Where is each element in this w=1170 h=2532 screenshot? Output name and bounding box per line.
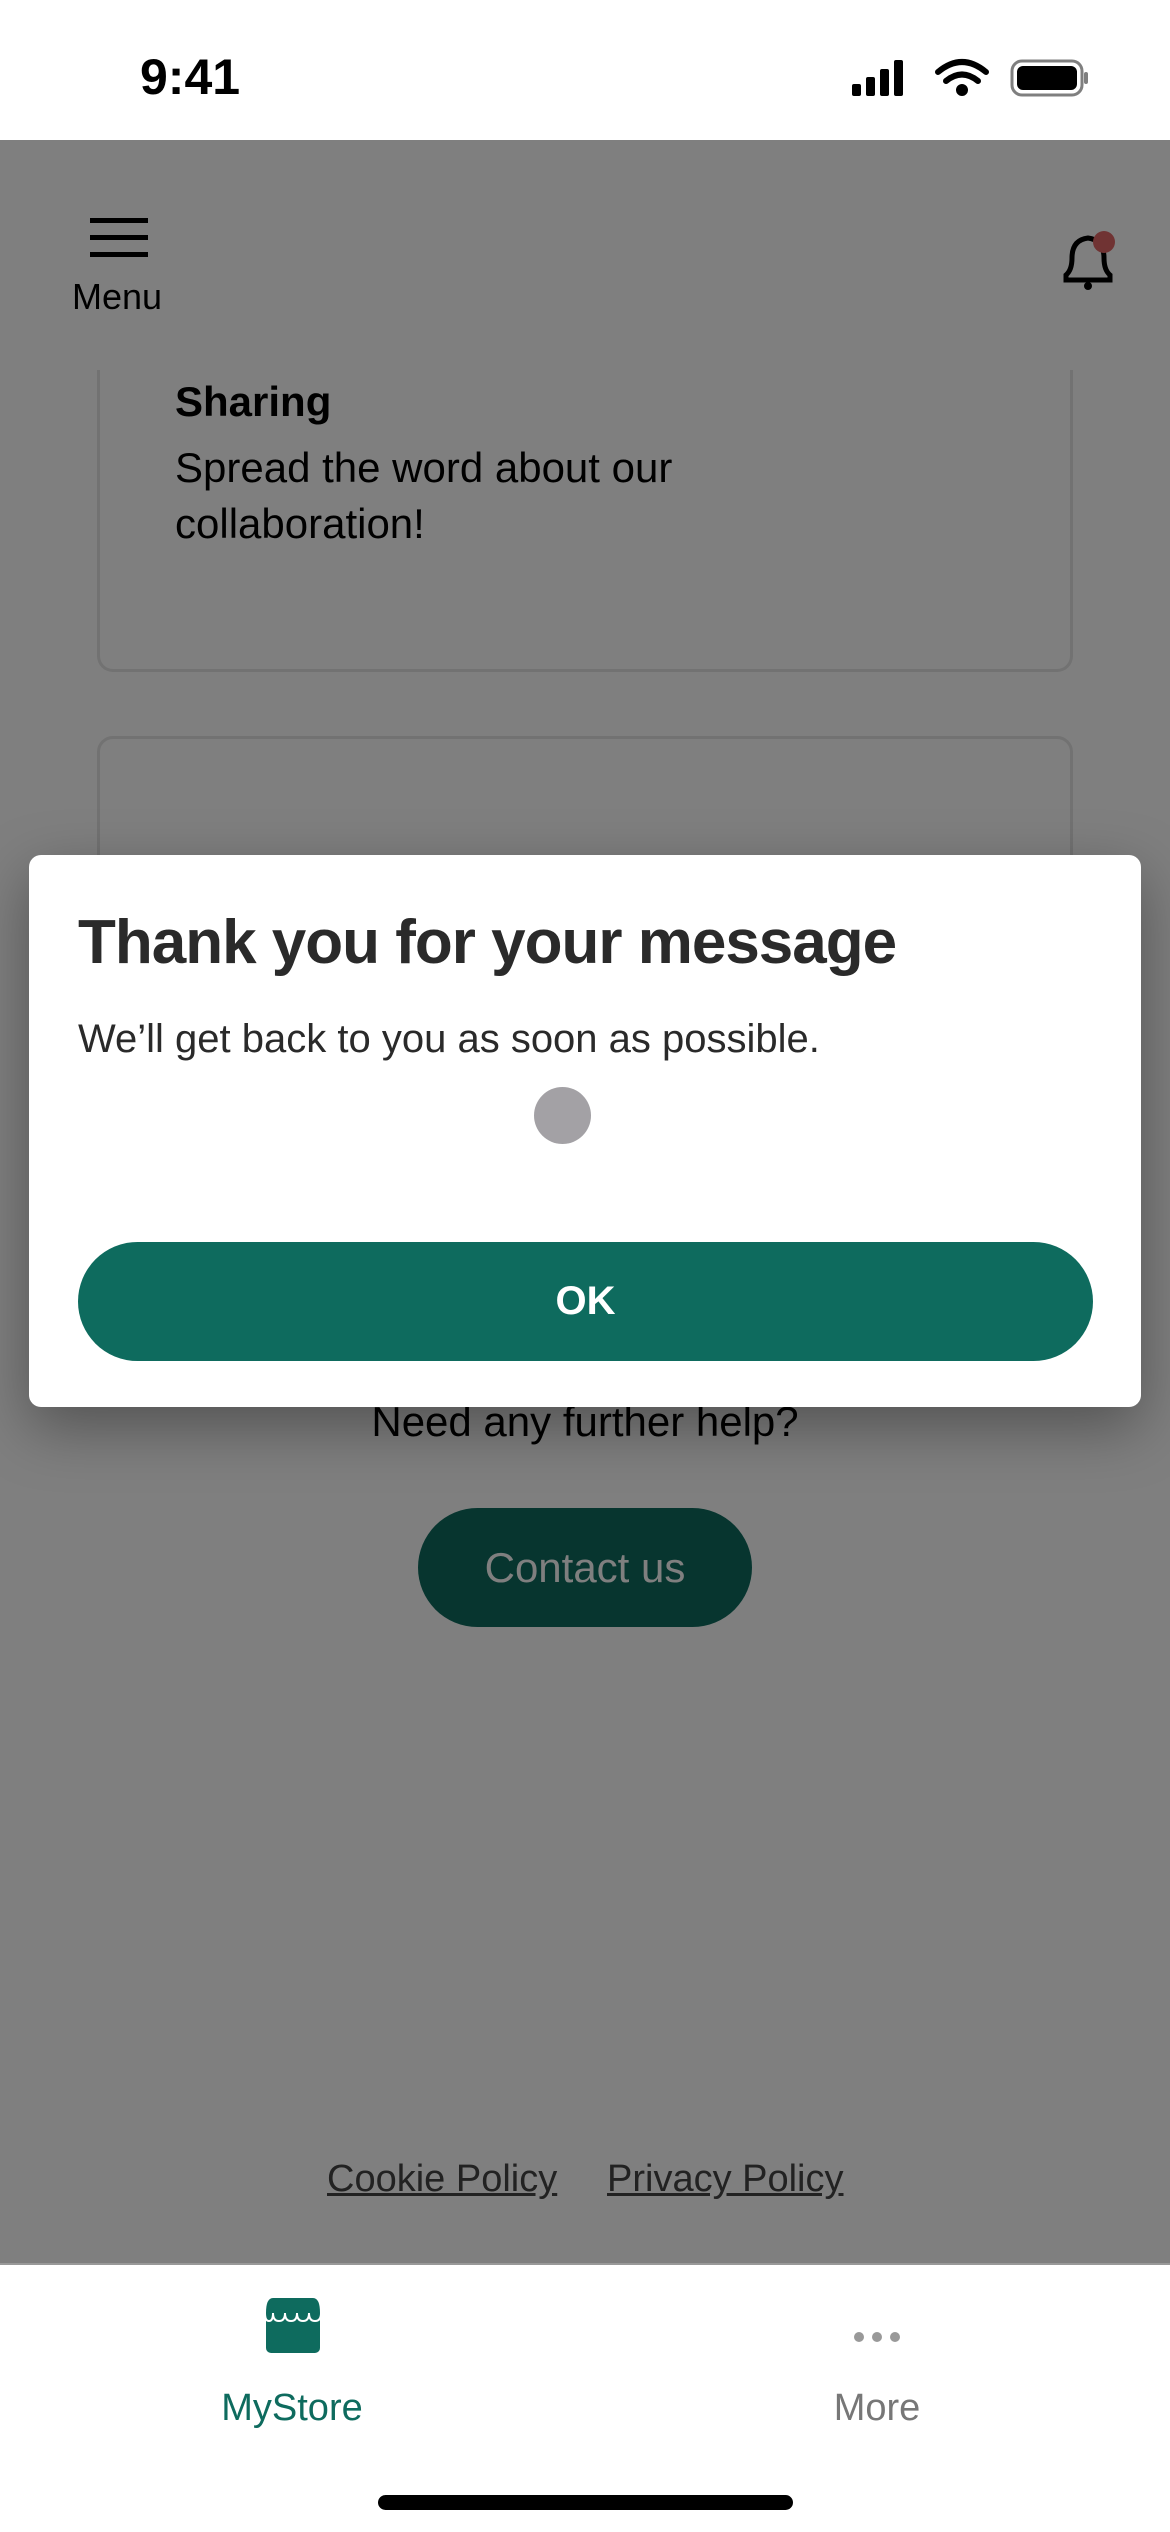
tab-mystore[interactable]: MyStore (192, 2295, 392, 2435)
wifi-icon (935, 59, 989, 96)
ok-button[interactable]: OK (78, 1242, 1093, 1361)
more-dots-icon (854, 2332, 900, 2342)
tab-label: MyStore (221, 2387, 363, 2429)
home-indicator (378, 2495, 793, 2510)
battery-icon (1010, 59, 1088, 97)
status-icons (852, 59, 1088, 97)
status-time: 9:41 (140, 49, 241, 105)
tab-label: More (833, 2387, 921, 2429)
loading-indicator (534, 1087, 591, 1144)
dialog-message: We’ll get back to you as soon as possibl… (78, 1017, 820, 1061)
dialog-title: Thank you for your message (78, 908, 897, 977)
tab-bar: MyStore More (0, 2263, 1170, 2532)
tab-more[interactable]: More (777, 2295, 977, 2435)
store-icon (263, 2296, 323, 2353)
status-bar: 9:41 (0, 0, 1170, 140)
confirmation-dialog: Thank you for your message We’ll get bac… (29, 855, 1141, 1407)
signal-icon (852, 60, 903, 96)
